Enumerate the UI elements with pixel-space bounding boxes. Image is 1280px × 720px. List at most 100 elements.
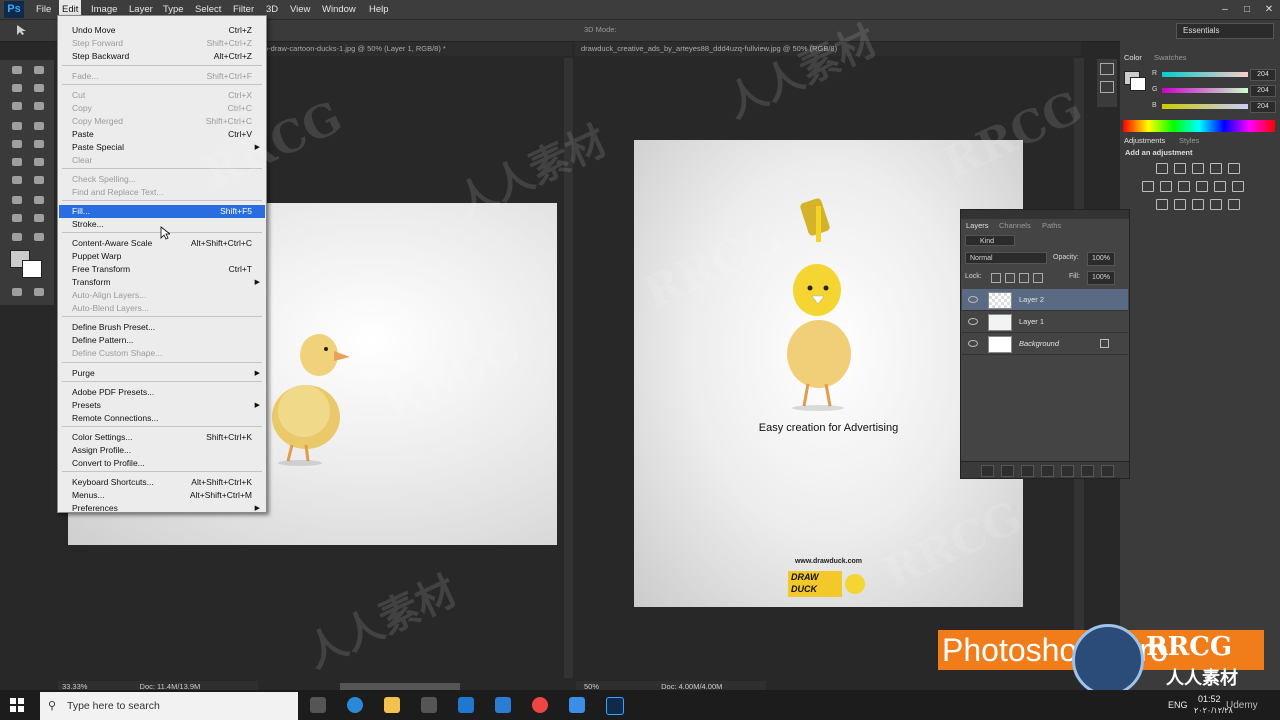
lock-transparent-icon[interactable] <box>991 273 1001 283</box>
lasso-tool-icon[interactable] <box>8 81 26 95</box>
new-layer-icon[interactable] <box>1081 465 1094 477</box>
color-balance-icon[interactable] <box>1160 181 1172 192</box>
menu-item-convert-to-profile[interactable]: Convert to Profile... <box>59 457 265 470</box>
hand-tool-icon[interactable] <box>8 230 26 244</box>
menu-item-transform[interactable]: Transform ▶ <box>59 276 265 289</box>
exposure-icon[interactable] <box>1210 163 1222 174</box>
dodge-tool-icon[interactable] <box>30 173 48 187</box>
mail-icon[interactable] <box>458 697 474 713</box>
taskbar-search-input[interactable]: ⚲ Type here to search <box>40 692 298 720</box>
chrome-icon[interactable] <box>532 697 548 713</box>
edge-icon[interactable] <box>347 697 363 713</box>
menu-item-define-brush-preset[interactable]: Define Brush Preset... <box>59 321 265 334</box>
close-icon[interactable]: ✕ <box>1258 0 1280 19</box>
slider-g[interactable] <box>1162 88 1248 93</box>
pen-tool-icon[interactable] <box>8 193 26 207</box>
menu-item-undo-move[interactable]: Undo Move Ctrl+Z <box>59 24 265 37</box>
blur-tool-icon[interactable] <box>8 173 26 187</box>
menu-item-menus[interactable]: Menus... Alt+Shift+Ctrl+M <box>59 489 265 502</box>
link-layers-icon[interactable] <box>981 465 994 477</box>
visibility-eye-icon[interactable] <box>968 296 978 303</box>
color-spectrum-bar[interactable] <box>1123 120 1275 132</box>
channel-g-value[interactable]: 204 <box>1250 85 1276 97</box>
threshold-icon[interactable] <box>1192 199 1204 210</box>
menu-item-keyboard-shortcuts[interactable]: Keyboard Shortcuts... Alt+Shift+Ctrl+K <box>59 476 265 489</box>
lock-all-icon[interactable] <box>1033 273 1043 283</box>
levels-icon[interactable] <box>1174 163 1186 174</box>
selective-color-icon[interactable] <box>1228 199 1240 210</box>
history-brush-icon[interactable] <box>30 137 48 151</box>
properties-panel-icon[interactable] <box>1100 81 1114 93</box>
shape-tool-icon[interactable] <box>30 211 48 225</box>
menu-item-presets[interactable]: Presets ▶ <box>59 399 265 412</box>
slider-b[interactable] <box>1162 104 1248 109</box>
menu-item-adobe-pdf-presets[interactable]: Adobe PDF Presets... <box>59 386 265 399</box>
menu-help[interactable]: Help <box>366 0 392 19</box>
channel-r-value[interactable]: 204 <box>1250 69 1276 81</box>
gradient-tool-icon[interactable] <box>30 155 48 169</box>
type-tool-icon[interactable] <box>30 193 48 207</box>
eyedropper-icon[interactable] <box>30 99 48 113</box>
crop-tool-icon[interactable] <box>8 99 26 113</box>
store-icon[interactable] <box>421 697 437 713</box>
menu-item-step-backward[interactable]: Step Backward Alt+Ctrl+Z <box>59 50 265 63</box>
language-indicator[interactable]: ENG <box>1168 700 1188 710</box>
posterize-icon[interactable] <box>1174 199 1186 210</box>
maximize-icon[interactable]: □ <box>1236 0 1258 19</box>
clock-time[interactable]: 01:52 <box>1198 694 1221 704</box>
menu-window[interactable]: Window <box>319 0 359 19</box>
background-color-swatch[interactable] <box>22 260 42 278</box>
color-lookup-icon[interactable] <box>1232 181 1244 192</box>
black-white-icon[interactable] <box>1178 181 1190 192</box>
move-icon[interactable] <box>30 63 48 77</box>
adjustment-layer-icon[interactable] <box>1041 465 1054 477</box>
tab-styles[interactable]: Styles <box>1179 135 1199 147</box>
vibrance-icon[interactable] <box>1228 163 1240 174</box>
add-mask-icon[interactable] <box>1021 465 1034 477</box>
layer-row-layer-1[interactable]: Layer 1 <box>962 311 1128 333</box>
menu-item-preferences[interactable]: Preferences ▶ <box>59 502 265 515</box>
channel-b-value[interactable]: 204 <box>1250 101 1276 113</box>
quick-mask-icon[interactable] <box>8 285 26 299</box>
minimize-icon[interactable]: – <box>1214 0 1236 19</box>
blend-mode-select[interactable]: Normal <box>965 252 1047 264</box>
path-select-icon[interactable] <box>8 211 26 225</box>
menu-item-assign-profile[interactable]: Assign Profile... <box>59 444 265 457</box>
tab-color[interactable]: Color <box>1124 52 1142 64</box>
channel-mixer-icon[interactable] <box>1214 181 1226 192</box>
new-group-icon[interactable] <box>1061 465 1074 477</box>
menu-item-purge[interactable]: Purge ▶ <box>59 367 265 380</box>
visibility-eye-icon[interactable] <box>968 318 978 325</box>
brush-tool-icon[interactable] <box>30 119 48 133</box>
healing-brush-icon[interactable] <box>8 119 26 133</box>
clone-stamp-icon[interactable] <box>8 137 26 151</box>
menu-file[interactable]: File <box>33 0 54 19</box>
lock-position-icon[interactable] <box>1019 273 1029 283</box>
photos-icon[interactable] <box>569 697 585 713</box>
slider-r[interactable] <box>1162 72 1248 77</box>
menu-item-define-pattern[interactable]: Define Pattern... <box>59 334 265 347</box>
fill-input[interactable]: 100% <box>1087 271 1115 285</box>
menu-item-color-settings[interactable]: Color Settings... Shift+Ctrl+K <box>59 431 265 444</box>
word-icon[interactable] <box>495 697 511 713</box>
menu-item-remote-connections[interactable]: Remote Connections... <box>59 412 265 425</box>
menu-item-free-transform[interactable]: Free Transform Ctrl+T <box>59 263 265 276</box>
visibility-eye-icon[interactable] <box>968 340 978 347</box>
menu-item-puppet-warp[interactable]: Puppet Warp <box>59 250 265 263</box>
marquee-tool-icon[interactable] <box>8 63 26 77</box>
eraser-tool-icon[interactable] <box>8 155 26 169</box>
layer-filter-select[interactable]: Kind <box>965 235 1015 246</box>
layers-panel-titlebar[interactable] <box>961 210 1129 219</box>
trash-icon[interactable] <box>1101 465 1114 477</box>
screen-mode-icon[interactable] <box>30 285 48 299</box>
photo-filter-icon[interactable] <box>1196 181 1208 192</box>
file-explorer-icon[interactable] <box>384 697 400 713</box>
layer-row-layer-2[interactable]: Layer 2 <box>962 289 1128 311</box>
photoshop-taskbar-icon[interactable] <box>606 697 624 715</box>
brightness-icon[interactable] <box>1156 163 1168 174</box>
invert-icon[interactable] <box>1156 199 1168 210</box>
curves-icon[interactable] <box>1192 163 1204 174</box>
history-panel-icon[interactable] <box>1100 63 1114 75</box>
opacity-input[interactable]: 100% <box>1087 252 1115 266</box>
tab-paths[interactable]: Paths <box>1042 220 1061 232</box>
